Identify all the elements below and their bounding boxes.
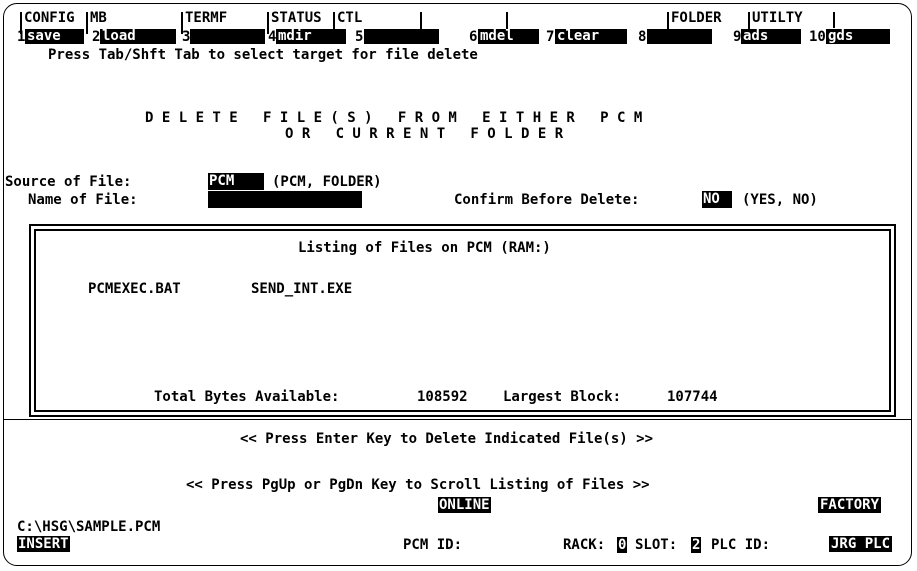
listing-title: Listing of Files on PCM (RAM:) xyxy=(298,240,551,256)
delete-prompt: << Press Enter Key to Delete Indicated F… xyxy=(240,431,654,447)
confirm-options: (YES, NO) xyxy=(742,192,818,208)
file-listing-inner-border xyxy=(34,229,891,412)
fkey-mdir-button[interactable]: mdir xyxy=(276,29,346,44)
file-item[interactable]: PCMEXEC.BAT xyxy=(88,281,181,297)
file-path: C:\HSG\SAMPLE.PCM xyxy=(17,519,161,535)
largest-block-label: Largest Block: xyxy=(503,389,622,405)
fkey-mdel-button[interactable]: mdel xyxy=(478,29,539,44)
source-field[interactable]: PCM xyxy=(208,173,264,190)
fkey-7-number: 7 xyxy=(546,29,555,45)
fkey-8-button[interactable] xyxy=(647,29,712,44)
menu-termf[interactable]: TERMF xyxy=(185,10,227,26)
scroll-prompt: << Press PgUp or PgDn Key to Scroll List… xyxy=(186,477,650,493)
screen-title-line1: D E L E T E F I L E ( S ) F R O M E I T … xyxy=(145,110,643,126)
confirm-label: Confirm Before Delete: xyxy=(454,192,640,208)
fkey-5-number: 5 xyxy=(355,29,364,45)
largest-block-value: 107744 xyxy=(667,389,718,405)
fkey-save-button[interactable]: save xyxy=(25,29,84,44)
menu-divider xyxy=(833,12,835,28)
total-bytes-value: 108592 xyxy=(417,389,468,405)
source-options: (PCM, FOLDER) xyxy=(272,174,382,190)
slot-value: 2 xyxy=(691,537,702,553)
source-label: Source of File: xyxy=(5,174,132,190)
fkey-gds-button[interactable]: gds xyxy=(826,29,890,44)
total-bytes-label: Total Bytes Available: xyxy=(154,389,340,405)
rack-value: 0 xyxy=(617,537,628,553)
fkey-6-number: 6 xyxy=(469,29,478,45)
fkey-5-button[interactable] xyxy=(364,29,439,44)
plc-id-label: PLC ID: xyxy=(711,537,771,553)
name-label: Name of File: xyxy=(28,192,138,208)
rack-label: RACK: xyxy=(563,537,606,553)
menu-config[interactable]: CONFIG xyxy=(24,10,75,26)
menu-mb[interactable]: MB xyxy=(90,10,107,26)
fkey-ads-button[interactable]: ads xyxy=(741,29,801,44)
plc-id-value: JRG PLC xyxy=(829,536,893,552)
menu-status[interactable]: STATUS xyxy=(271,10,322,26)
confirm-field[interactable]: NO xyxy=(702,191,732,208)
menu-hint-text: Press Tab/Shft Tab to select target for … xyxy=(48,47,478,63)
fkey-10-number: 10 xyxy=(809,29,826,45)
slot-label: SLOT: xyxy=(635,537,678,553)
insert-mode-indicator: INSERT xyxy=(17,536,70,552)
screen-title-line2: O R C U R R E N T F O L D E R xyxy=(285,126,564,142)
fkey-8-number: 8 xyxy=(638,29,647,45)
menu-utilty[interactable]: UTILTY xyxy=(752,10,803,26)
online-indicator: ONLINE xyxy=(438,497,491,513)
pcm-id-label: PCM ID: xyxy=(403,537,463,553)
menu-divider xyxy=(86,12,88,34)
fkey-3-button[interactable] xyxy=(190,29,265,44)
name-field[interactable] xyxy=(208,191,362,208)
file-item[interactable]: SEND_INT.EXE xyxy=(251,281,352,297)
factory-indicator: FACTORY xyxy=(818,497,882,513)
separator-line xyxy=(4,419,912,420)
menu-ctl[interactable]: CTL xyxy=(337,10,362,26)
menu-folder[interactable]: FOLDER xyxy=(671,10,722,26)
fkey-load-button[interactable]: load xyxy=(100,29,176,44)
fkey-clear-button[interactable]: clear xyxy=(555,29,627,44)
